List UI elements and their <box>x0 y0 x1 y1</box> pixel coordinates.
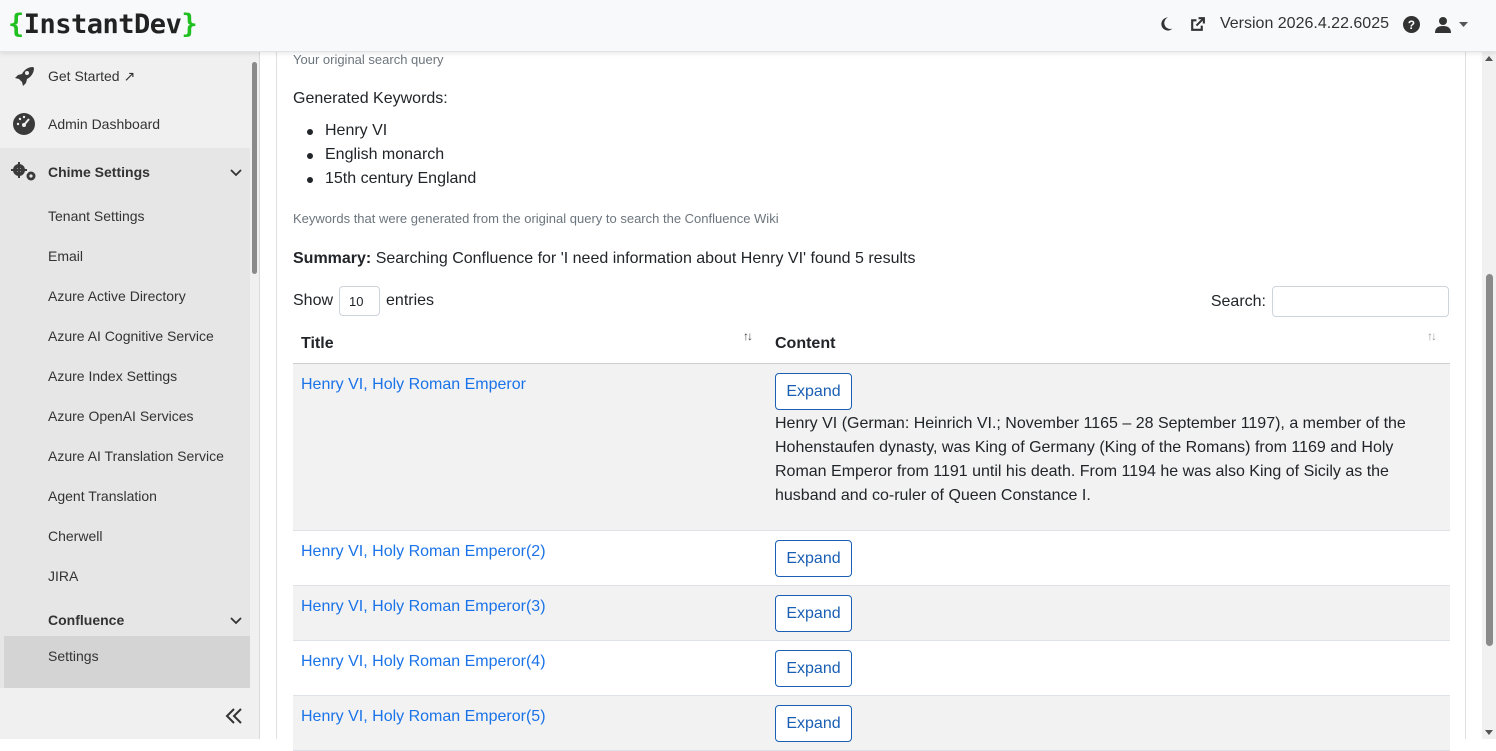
sidebar-item-azure-index-settings[interactable]: Azure Index Settings <box>48 368 177 384</box>
chevron-down-icon <box>1459 15 1468 33</box>
external-link-icon[interactable] <box>1188 14 1208 34</box>
expand-button[interactable]: Expand <box>775 595 852 632</box>
result-title-link[interactable]: Henry VI, Holy Roman Emperor(4) <box>301 653 546 671</box>
scroll-down-arrow-icon[interactable] <box>1485 730 1493 735</box>
query-hint: Your original search query <box>293 52 444 67</box>
version-label: Version 2026.4.22.6025 <box>1219 15 1389 32</box>
table-header: Title ↑↓ Content ↑↓ <box>293 322 1450 364</box>
table-row: Henry VI, Holy Roman Emperor(3) Expand <box>293 586 1450 641</box>
keywords-label: Generated Keywords: <box>293 90 448 107</box>
sidebar: Get Started ↗ Admin Dashboard Chime Sett… <box>0 52 260 739</box>
result-content: Henry VI (German: Heinrich VI.; November… <box>775 415 1406 504</box>
summary-text: Searching Confluence for 'I need informa… <box>375 250 916 267</box>
result-title-link[interactable]: Henry VI, Holy Roman Emperor(2) <box>301 543 546 561</box>
sort-icon[interactable]: ↑↓ <box>1427 329 1437 343</box>
top-navbar: {InstantDev} Version 2026.4.22.6025 ? <box>0 0 1496 52</box>
keywords-hint: Keywords that were generated from the or… <box>293 211 779 226</box>
sidebar-item-agent-translation[interactable]: Agent Translation <box>48 488 157 504</box>
page-scroll-thumb[interactable] <box>1486 274 1493 646</box>
sidebar-item-admin-dashboard[interactable]: Admin Dashboard <box>0 112 250 136</box>
result-title-link[interactable]: Henry VI, Holy Roman Emperor <box>301 376 526 394</box>
sidebar-item-jira[interactable]: JIRA <box>48 568 78 584</box>
scroll-up-arrow-icon[interactable] <box>1485 56 1493 61</box>
sidebar-item-label: Confluence <box>48 612 125 628</box>
sidebar-item-azure-translation-service[interactable]: Azure AI Translation Service <box>48 448 224 464</box>
brand-close-brace: } <box>181 9 198 40</box>
sidebar-scrollbar[interactable] <box>250 52 258 688</box>
table-row: Henry VI, Holy Roman Emperor(2) Expand <box>293 531 1450 586</box>
brand-logo[interactable]: {InstantDev} <box>8 9 198 40</box>
chevron-down-icon <box>230 612 242 628</box>
expand-button[interactable]: Expand <box>775 540 852 577</box>
keyword-item: English monarch <box>306 146 445 163</box>
search-input[interactable] <box>1272 286 1449 317</box>
entries-label: entries <box>386 292 435 309</box>
table-row: Henry VI, Holy Roman Emperor(4) Expand <box>293 641 1450 696</box>
user-menu[interactable] <box>1433 14 1468 34</box>
brand-open-brace: { <box>8 9 24 40</box>
sidebar-item-confluence-settings-active[interactable] <box>4 636 250 688</box>
sidebar-item-label: Admin Dashboard <box>48 116 161 132</box>
entries-select[interactable]: 10 <box>339 286 381 316</box>
sidebar-item-get-started[interactable]: Get Started ↗ <box>0 64 250 88</box>
header-actions: Version 2026.4.22.6025 ? <box>1156 14 1468 34</box>
sidebar-item-azure-cognitive-service[interactable]: Azure AI Cognitive Service <box>48 328 214 344</box>
rocket-icon <box>0 65 48 87</box>
sidebar-nav: Get Started ↗ Admin Dashboard Chime Sett… <box>0 52 250 688</box>
dashboard-gauge-icon <box>0 112 48 136</box>
brand-name: InstantDev <box>23 9 182 40</box>
svg-text:?: ? <box>1407 18 1414 31</box>
sidebar-scroll-thumb[interactable] <box>252 62 257 274</box>
page-scrollbar[interactable] <box>1482 52 1496 739</box>
column-header-content[interactable]: Content <box>775 335 835 353</box>
show-label: Show <box>293 292 334 309</box>
summary-label: Summary: <box>293 250 372 267</box>
sidebar-item-email[interactable]: Email <box>48 248 83 264</box>
collapse-sidebar-icon[interactable] <box>224 702 244 733</box>
sidebar-item-confluence[interactable]: Confluence <box>0 608 250 632</box>
table-search: Search: <box>1211 286 1449 317</box>
table-row: Henry VI, Holy Roman Emperor Expand Henr… <box>293 364 1450 531</box>
sort-asc-icon[interactable]: ↑↓ <box>743 329 753 343</box>
sidebar-item-label: Chime Settings <box>48 164 150 180</box>
sidebar-item-label: Get Started ↗ <box>48 67 136 84</box>
sidebar-item-confluence-settings[interactable]: Settings <box>48 648 99 664</box>
gears-icon <box>0 161 48 183</box>
keyword-item: Henry VI <box>306 122 388 139</box>
result-title-link[interactable]: Henry VI, Holy Roman Emperor(3) <box>301 598 546 616</box>
chevron-down-icon <box>230 164 242 180</box>
sidebar-item-tenant-settings[interactable]: Tenant Settings <box>48 208 145 224</box>
user-avatar-icon <box>1433 14 1453 34</box>
sidebar-item-azure-openai-services[interactable]: Azure OpenAI Services <box>48 408 194 424</box>
summary: Summary: Searching Confluence for 'I nee… <box>293 250 915 268</box>
sidebar-item-azure-active-directory[interactable]: Azure Active Directory <box>48 288 186 304</box>
expand-button[interactable]: Expand <box>775 650 852 687</box>
main-content: Your original search query Generated Key… <box>276 52 1466 751</box>
table-row: Henry VI, Holy Roman Emperor(5) Expand <box>293 696 1450 751</box>
expand-button[interactable]: Expand <box>775 373 852 410</box>
search-label: Search: <box>1210 292 1266 310</box>
sidebar-item-cherwell[interactable]: Cherwell <box>48 528 102 544</box>
keyword-item: 15th century England <box>306 170 477 187</box>
expand-button[interactable]: Expand <box>775 705 852 742</box>
column-header-title[interactable]: Title <box>301 335 334 353</box>
page-length-control: Show 10 entries <box>293 286 434 316</box>
sidebar-item-chime-settings[interactable]: Chime Settings <box>0 160 250 184</box>
help-question-icon[interactable]: ? <box>1401 14 1421 34</box>
result-title-link[interactable]: Henry VI, Holy Roman Emperor(5) <box>301 708 546 726</box>
dark-mode-moon-icon[interactable] <box>1156 14 1176 34</box>
